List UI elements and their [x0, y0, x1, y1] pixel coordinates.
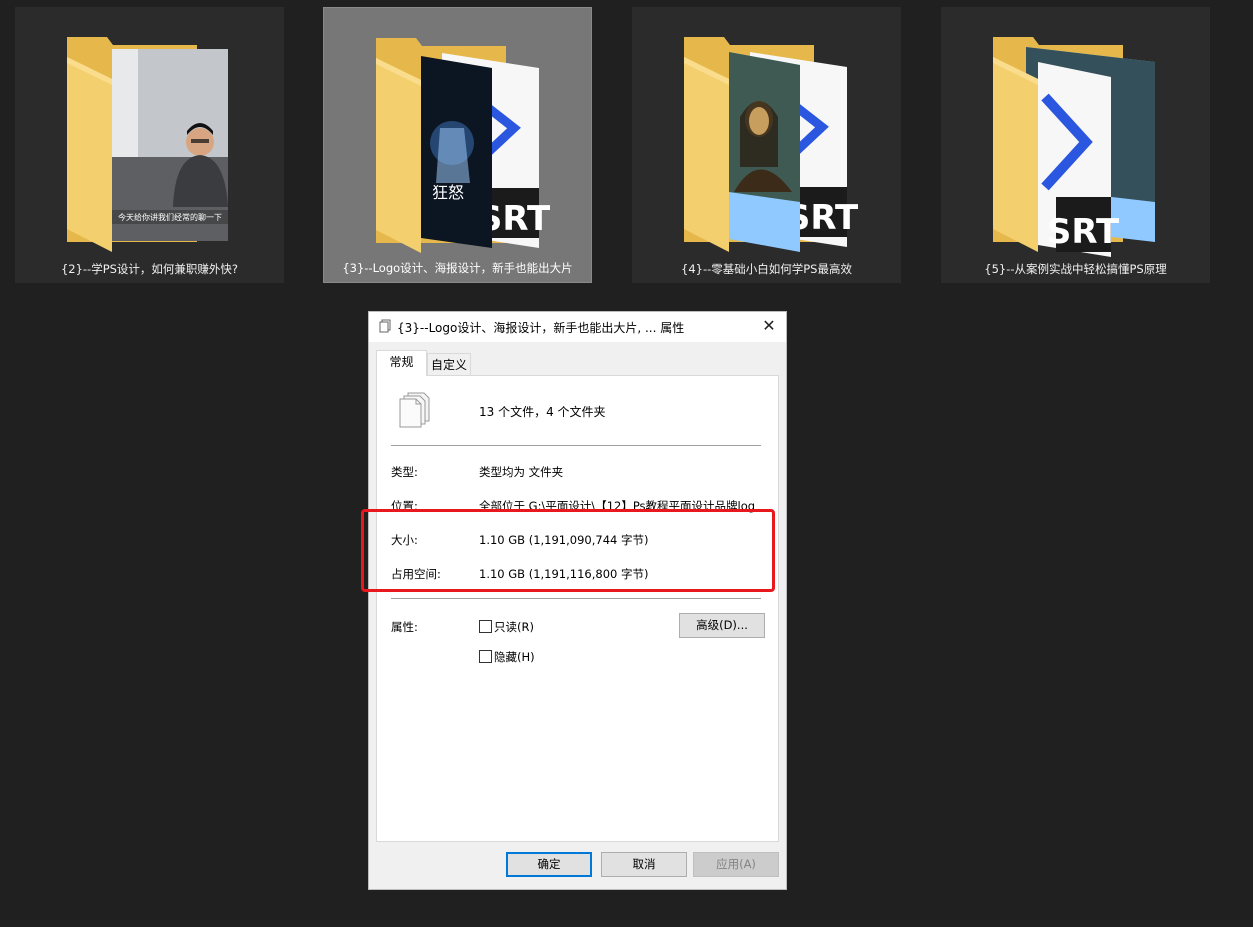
location-label: 位置: [391, 499, 418, 513]
separator [391, 445, 761, 446]
type-value: 类型均为 文件夹 [479, 465, 564, 479]
hidden-checkbox-label[interactable]: 隐藏(H) [494, 649, 535, 665]
size-label: 大小: [391, 533, 418, 547]
item-count: 13 个文件，4 个文件夹 [479, 405, 606, 419]
folder-tile-5[interactable]: SRT {5}--从案例实战中轻松搞懂PS原理 [941, 7, 1210, 283]
location-value: 全部位于 G:\平面设计\【12】Ps教程平面设计品牌log [479, 499, 756, 513]
readonly-checkbox-label[interactable]: 只读(R) [494, 619, 534, 635]
separator [391, 598, 761, 599]
ok-button[interactable]: 确定 [506, 852, 592, 877]
type-label: 类型: [391, 465, 418, 479]
size-on-disk-label: 占用空间: [391, 567, 441, 581]
svg-text:今天给你讲我们经常的聊一下: 今天给你讲我们经常的聊一下 [118, 212, 222, 222]
close-icon[interactable]: ✕ [758, 315, 780, 337]
multiple-files-icon [399, 392, 430, 428]
folder-thumbnail-icon: 今天给你讲我们经常的聊一下 [67, 37, 228, 252]
folder-tile-2[interactable]: 今天给你讲我们经常的聊一下 {2}--学PS设计，如何兼职赚外快? [15, 7, 284, 283]
hidden-checkbox[interactable] [479, 650, 492, 663]
properties-dialog: {3}--Logo设计、海报设计，新手也能出大片, ... 属性 ✕ 常规 自定… [368, 311, 787, 890]
size-on-disk-value: 1.10 GB (1,191,116,800 字节) [479, 567, 649, 581]
advanced-button[interactable]: 高级(D)... [679, 613, 765, 638]
folder-caption: {2}--学PS设计，如何兼职赚外快? [60, 262, 239, 276]
folder-caption: {3}--Logo设计、海报设计，新手也能出大片 [342, 261, 573, 275]
folder-thumbnail-icon: SRT 狂怒 [376, 38, 551, 253]
folder-thumbnail-icon: SRT [684, 37, 859, 252]
general-panel: 13 个文件，4 个文件夹 类型: 类型均为 文件夹 位置: 全部位于 G:\平… [376, 375, 779, 842]
size-value: 1.10 GB (1,191,090,744 字节) [479, 533, 649, 547]
dialog-title: {3}--Logo设计、海报设计，新手也能出大片, ... 属性 [397, 321, 685, 335]
cancel-button[interactable]: 取消 [601, 852, 687, 877]
folder-tile-3[interactable]: SRT 狂怒 {3}--Logo设计、海报设计，新手也能出大片 [323, 7, 592, 283]
folder-caption: {4}--零基础小白如何学PS最高效 [681, 262, 852, 276]
folder-tile-4[interactable]: SRT {4}--零基础小白如何学PS最高效 [632, 7, 901, 283]
svg-text:狂怒: 狂怒 [432, 183, 464, 202]
tab-custom[interactable]: 自定义 [427, 353, 471, 375]
tab-general[interactable]: 常规 [376, 350, 427, 376]
apply-button[interactable]: 应用(A) [693, 852, 779, 877]
attributes-label: 属性: [391, 620, 418, 634]
svg-text:SRT: SRT [1047, 212, 1120, 252]
dialog-titlebar[interactable]: {3}--Logo设计、海报设计，新手也能出大片, ... 属性 ✕ [369, 312, 786, 342]
folder-thumbnail-icon: SRT [993, 37, 1155, 257]
readonly-checkbox[interactable] [479, 620, 492, 633]
folder-caption: {5}--从案例实战中轻松搞懂PS原理 [984, 262, 1167, 276]
multiple-files-icon [379, 319, 391, 333]
